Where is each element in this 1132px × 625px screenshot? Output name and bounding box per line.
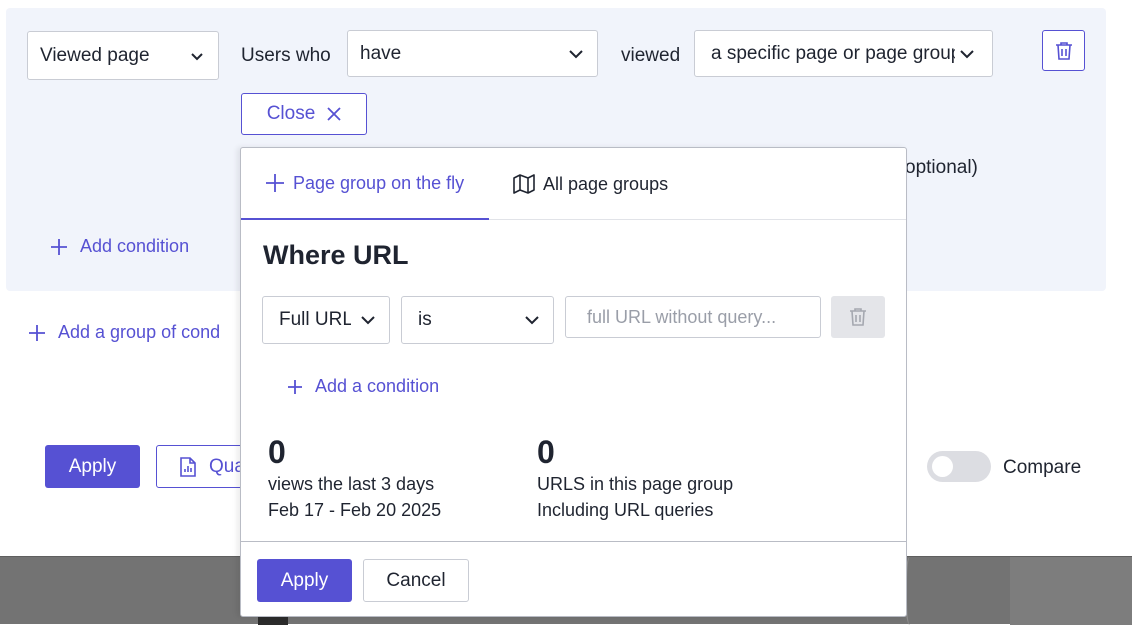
add-condition-link[interactable]: Add condition	[50, 236, 189, 257]
urls-sub-label: Including URL queries	[537, 500, 714, 520]
tab-label: All page groups	[543, 173, 669, 194]
views-label: views the last 3 days	[268, 474, 435, 494]
map-icon	[513, 174, 535, 194]
tab-label: Page group on the fly	[293, 172, 465, 193]
delete-condition-button[interactable]	[1042, 30, 1085, 71]
operator-value: is	[418, 309, 432, 330]
trash-icon	[1055, 41, 1072, 60]
close-button-label: Close	[266, 103, 316, 124]
add-a-condition-link[interactable]: Add a condition	[287, 376, 439, 397]
users-who-label: Users who	[241, 45, 331, 66]
add-condition-label: Add condition	[80, 236, 190, 256]
compare-toggle[interactable]	[927, 451, 991, 482]
chevron-down-icon	[191, 52, 203, 60]
tab-page-group-on-the-fly[interactable]: Page group on the fly	[241, 148, 489, 220]
page-target-select[interactable]: a specific page or page group	[694, 30, 993, 77]
viewed-label: viewed	[621, 45, 681, 66]
page-group-popup: Page group on the fly All page groups Wh…	[240, 147, 907, 617]
views-count: 0	[268, 434, 286, 470]
apply-button[interactable]: Apply	[45, 445, 140, 488]
urls-count: 0	[537, 434, 555, 470]
popup-footer: Apply Cancel	[241, 541, 906, 618]
close-button[interactable]: Close	[241, 93, 367, 135]
close-icon	[327, 107, 341, 121]
add-group-label: Add a group of cond	[58, 322, 221, 342]
popup-cancel-button[interactable]: Cancel	[363, 559, 469, 602]
popup-title: Where URL	[263, 240, 409, 270]
compare-label: Compare	[1003, 457, 1082, 478]
plus-icon	[51, 238, 67, 255]
plus-icon	[266, 174, 284, 192]
date-range: Feb 17 - Feb 20 2025	[268, 500, 442, 520]
plus-icon	[29, 324, 45, 341]
chevron-down-icon	[361, 316, 375, 325]
page-target-value: a specific page or page group	[711, 42, 955, 64]
url-type-select[interactable]: Full URL	[262, 296, 390, 344]
condition-type-select[interactable]: Viewed page	[27, 31, 219, 80]
condition-type-value: Viewed page	[40, 44, 150, 66]
chevron-down-icon	[569, 49, 583, 58]
popup-tabs: Page group on the fly All page groups	[241, 148, 906, 220]
url-input[interactable]: full URL without query...	[565, 296, 821, 338]
add-group-link[interactable]: Add a group of cond	[28, 322, 240, 343]
delete-url-rule-button[interactable]	[831, 296, 885, 338]
url-type-value: Full URL	[279, 309, 351, 330]
chevron-down-icon	[960, 49, 974, 58]
popup-apply-button[interactable]: Apply	[257, 559, 352, 602]
have-select-value: have	[360, 42, 402, 64]
plus-icon	[288, 379, 302, 394]
toggle-knob	[932, 456, 953, 477]
trash-icon	[850, 308, 866, 326]
tab-all-page-groups[interactable]: All page groups	[513, 148, 668, 220]
optional-hint: optional)	[905, 157, 978, 178]
have-select[interactable]: have	[347, 30, 598, 77]
operator-select[interactable]: is	[401, 296, 554, 344]
report-icon	[180, 456, 196, 477]
urls-label: URLS in this page group	[537, 474, 734, 494]
background-shape	[1010, 557, 1132, 625]
add-a-condition-label: Add a condition	[315, 376, 440, 396]
chevron-down-icon	[525, 316, 539, 325]
